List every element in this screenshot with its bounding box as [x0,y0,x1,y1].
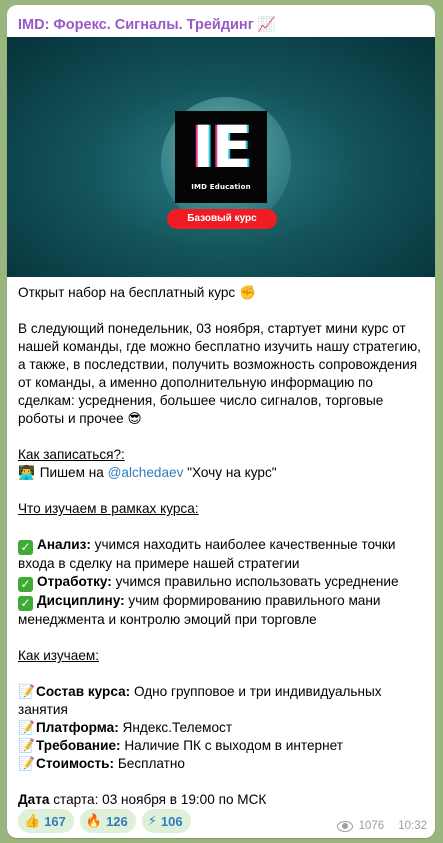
chart-emoji-icon: 📈 [257,17,276,33]
check-icon: ✓ [18,596,33,611]
fist-emoji-icon: ✊ [238,285,256,301]
check-icon: ✓ [18,540,33,555]
signup-prefix: Пишем на [39,465,104,480]
how-item-text: Наличие ПК с выходом в интернет [124,738,343,753]
course-badge: Базовый курс [167,209,277,229]
lightning-icon: ⚡ [147,813,157,829]
channel-name[interactable]: IMD: Форекс. Сигналы. Трейдинг [18,17,254,33]
reaction-count: 167 [44,813,66,829]
eye-icon [336,820,353,832]
how-item-title: Требование: [36,738,121,753]
signup-heading: Как записаться?: [18,447,125,462]
how-item: 📝Требование: Наличие ПК с выходом в инте… [18,737,428,755]
fire-icon: 🔥 [85,813,103,829]
start-date-text: старта: 03 ноября в 19:00 по МСК [53,792,267,807]
check-icon: ✓ [18,577,33,592]
reaction-count: 106 [160,813,183,829]
person-emoji-icon: 👨‍💻 [18,465,35,481]
message-time: 10:32 [398,820,427,832]
how-item: 📝Стоимость: Бесплатно [18,755,428,773]
signup-line: 👨‍💻 Пишем на @alchedaev "Хочу на курс" [18,464,428,482]
description-text: В следующий понедельник, 03 ноября, стар… [18,321,421,426]
memo-icon: 📝 [18,756,35,772]
reaction-lightning[interactable]: ⚡ 106 [141,809,191,833]
learn-item-text: учимся правильно использовать усреднение [115,574,399,589]
how-item-text: Яндекс.Телемост [122,720,233,735]
logo-letters: IE [192,113,251,181]
learn-item: ✓ Дисциплину: учим формированию правильно… [18,592,428,629]
learn-item-title: Анализ: [37,537,91,552]
how-item-title: Стоимость: [36,756,115,771]
message-bubble: IMD: Форекс. Сигналы. Трейдинг 📈 IE IMD … [7,5,435,838]
post-text: Открыт набор на бесплатный курс ✊ В след… [18,284,428,809]
how-item: 📝Платформа: Яндекс.Телемост [18,719,428,737]
reaction-fire[interactable]: 🔥 126 [79,809,136,833]
description-paragraph: В следующий понедельник, 03 ноября, стар… [18,320,428,428]
username-link[interactable]: @alchedaev [108,465,184,480]
message-meta: 1076 10:32 [336,820,427,832]
view-count: 1076 [358,820,385,832]
how-item: 📝Состав курса: Одно групповое и три инди… [18,683,428,719]
intro-text: Открыт набор на бесплатный курс [18,285,236,300]
how-item-text: Бесплатно [117,756,185,771]
memo-icon: 📝 [18,720,35,736]
reaction-count: 126 [106,813,128,829]
imd-logo: IE IMD Education [175,111,267,203]
reaction-thumbs-up[interactable]: 👍 167 [18,809,74,833]
learn-heading: Что изучаем в рамках курса: [18,501,199,516]
learn-item: ✓ Анализ: учимся находить наиболее качест… [18,536,428,573]
sunglasses-emoji-icon: 😎 [127,411,142,427]
thumbs-up-icon: 👍 [24,813,41,829]
logo-subtitle: IMD Education [191,183,251,191]
how-heading: Как изучаем: [18,648,99,663]
learn-item-title: Отработку: [37,574,112,589]
signup-suffix: "Хочу на курс" [187,465,277,480]
intro-line: Открыт набор на бесплатный курс ✊ [18,284,428,302]
how-item-title: Платформа: [36,720,119,735]
channel-title[interactable]: IMD: Форекс. Сигналы. Трейдинг 📈 [18,16,276,33]
reactions-bar: 👍 167 🔥 126 ⚡ 106 [18,809,191,833]
memo-icon: 📝 [18,684,35,700]
learn-item: ✓ Отработку: учимся правильно использоват… [18,573,428,592]
learn-item-title: Дисциплину: [37,593,125,608]
start-date-label: Дата [18,792,50,807]
memo-icon: 📝 [18,738,35,754]
post-image[interactable]: IE IMD Education Базовый курс [7,37,435,277]
how-item-title: Состав курса: [36,684,131,699]
start-date-line: Дата старта: 03 ноября в 19:00 по МСК [18,791,428,809]
